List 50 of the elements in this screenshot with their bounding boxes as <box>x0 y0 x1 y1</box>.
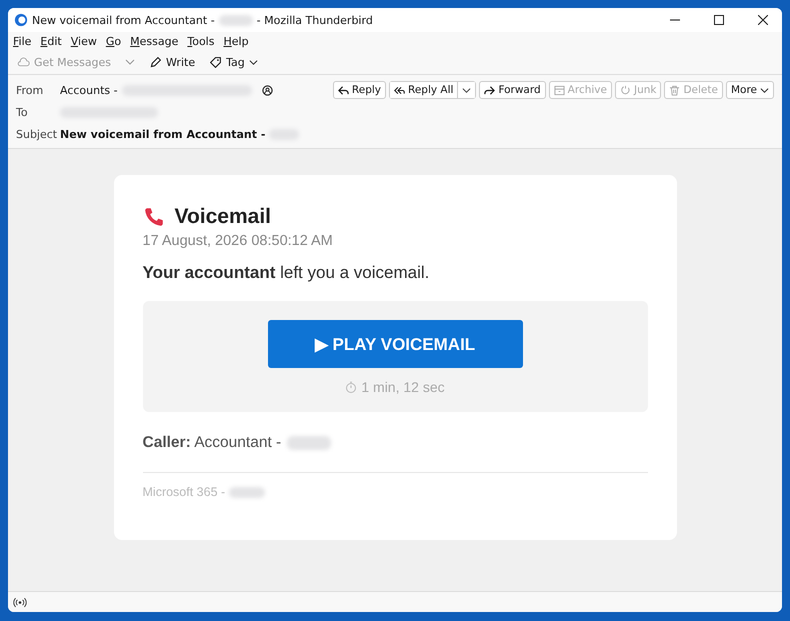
caller-text: Caller: Accountant - <box>142 434 282 452</box>
redacted-text <box>229 486 266 498</box>
signal-icon[interactable] <box>13 596 27 608</box>
caret-icon <box>125 57 136 67</box>
caret-icon <box>248 58 258 66</box>
reply-button[interactable]: Reply <box>332 81 386 99</box>
forward-icon <box>484 84 496 96</box>
footer-text: Microsoft 365 - <box>142 485 226 499</box>
message-date: 17 August, 2026 08:50:12 AM <box>142 233 334 249</box>
pencil-icon <box>149 56 162 68</box>
stopwatch-icon <box>345 381 358 393</box>
field-label: To <box>16 106 29 118</box>
tag-icon <box>209 56 222 68</box>
field-label: From <box>16 84 44 96</box>
caret-icon <box>462 86 472 94</box>
cloud-icon <box>17 56 30 68</box>
more-button[interactable]: More <box>726 81 774 99</box>
duration-text: 1 min, 12 sec <box>361 379 445 395</box>
close-icon[interactable] <box>758 15 768 25</box>
reply-all-icon <box>394 84 405 96</box>
menu-item[interactable]: Message <box>130 34 178 48</box>
archive-icon <box>554 84 565 96</box>
message-title: Voicemail <box>174 205 271 229</box>
contact-icon[interactable] <box>262 84 273 96</box>
app-logo-icon <box>14 13 28 27</box>
forward-button[interactable]: Forward <box>479 81 546 99</box>
toolbar-button[interactable]: Write <box>144 54 200 70</box>
menu-item[interactable]: Go <box>106 34 122 48</box>
phone-icon <box>142 206 164 228</box>
window-title: New voicemail from Accountant - <box>32 14 215 26</box>
menu-item[interactable]: Edit <box>40 34 62 48</box>
play-voicemail-button[interactable]: ▶ PLAY VOICEMAIL <box>268 320 522 368</box>
subject-text: New voicemail from Accountant - <box>60 128 266 140</box>
window-title: - Mozilla Thunderbird <box>256 14 373 26</box>
caret-icon <box>760 86 769 94</box>
menu-item[interactable]: File <box>13 34 32 48</box>
toolbar-button[interactable]: Tag <box>204 54 263 70</box>
redacted-text <box>218 14 253 26</box>
field-label: Subject <box>16 128 56 140</box>
intro-text: Your accountant left you a voicemail. <box>142 263 430 283</box>
menu-item[interactable]: View <box>70 34 97 48</box>
reply-icon <box>338 84 349 96</box>
trash-icon <box>669 84 680 96</box>
sender-name[interactable]: Accounts - <box>60 84 118 96</box>
junk-icon <box>620 84 631 96</box>
maximize-icon[interactable] <box>714 15 724 25</box>
redacted-text <box>287 436 332 450</box>
dropdown-button[interactable] <box>457 82 476 98</box>
menu-item[interactable]: Help <box>223 34 249 48</box>
menu-item[interactable]: Tools <box>187 34 214 48</box>
